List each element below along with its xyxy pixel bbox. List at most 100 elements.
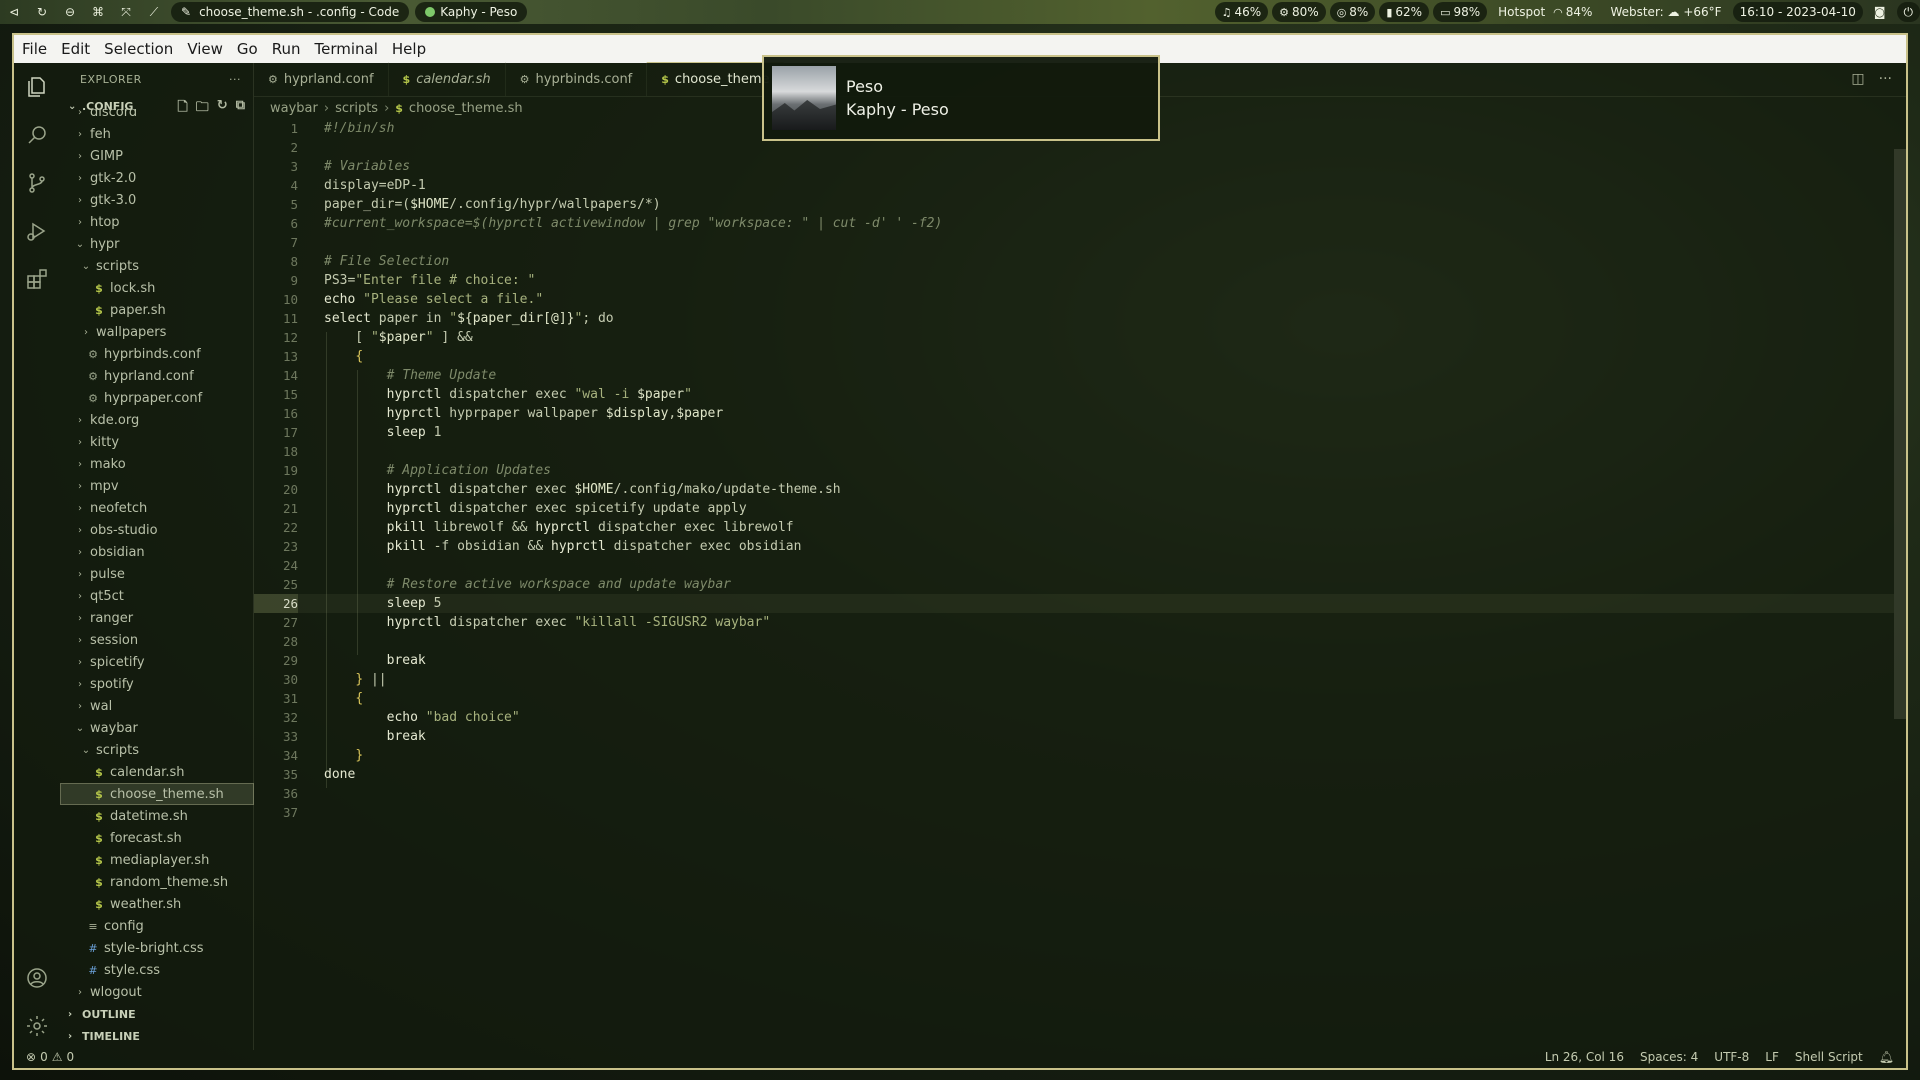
- tab-hyprbinds-conf[interactable]: ⚙ hyprbinds.conf: [506, 62, 648, 96]
- code-line[interactable]: 28: [254, 632, 1894, 651]
- workspace-2-icon[interactable]: ↻: [28, 2, 56, 22]
- folder-item[interactable]: › neofetch: [60, 497, 254, 519]
- file-item[interactable]: ⚙ hyprpaper.conf: [60, 387, 254, 409]
- breadcrumb-file[interactable]: choose_theme.sh: [409, 101, 523, 116]
- code-line[interactable]: 32 echo "bad choice": [254, 708, 1894, 727]
- network-module[interactable]: Hotspot ◠ 84%: [1491, 2, 1599, 22]
- code-line[interactable]: 17 sleep 1: [254, 423, 1894, 442]
- code-line[interactable]: 5 paper_dir=($HOME/.config/hypr/wallpaper…: [254, 195, 1894, 214]
- code-line[interactable]: 18: [254, 442, 1894, 461]
- file-item[interactable]: $ choose_theme.sh: [60, 783, 254, 805]
- code-line[interactable]: 16 hyprctl hyprpaper wallpaper $display,…: [254, 404, 1894, 423]
- tab-calendar-sh[interactable]: $ calendar.sh: [389, 62, 506, 96]
- folder-item[interactable]: › wlogout: [60, 981, 254, 1003]
- folder-item[interactable]: › kde.org: [60, 409, 254, 431]
- menu-go[interactable]: Go: [231, 40, 266, 58]
- extensions-icon[interactable]: [14, 255, 60, 303]
- file-item[interactable]: # style.css: [60, 959, 254, 981]
- explorer-icon[interactable]: [14, 63, 60, 111]
- folder-item[interactable]: › mpv: [60, 475, 254, 497]
- cursor-position[interactable]: Ln 26, Col 16: [1545, 1050, 1624, 1064]
- file-item[interactable]: $ lock.sh: [60, 277, 254, 299]
- file-item[interactable]: $ forecast.sh: [60, 827, 254, 849]
- power-icon[interactable]: ⏻: [1896, 2, 1920, 22]
- folder-item[interactable]: › spicetify: [60, 651, 254, 673]
- menu-help[interactable]: Help: [386, 40, 434, 58]
- file-item[interactable]: ≡ config: [60, 915, 254, 937]
- folder-item[interactable]: › kitty: [60, 431, 254, 453]
- problems-indicator[interactable]: ⊗ 0 ⚠ 0: [14, 1050, 74, 1064]
- battery-module[interactable]: ▭ 98%: [1433, 2, 1488, 22]
- code-line[interactable]: 19 # Application Updates: [254, 461, 1894, 480]
- encoding[interactable]: UTF-8: [1714, 1050, 1749, 1064]
- menu-file[interactable]: File: [16, 40, 55, 58]
- code-line[interactable]: 33 break: [254, 727, 1894, 746]
- menu-view[interactable]: View: [181, 40, 231, 58]
- folder-item[interactable]: › feh: [60, 123, 254, 145]
- code-line[interactable]: 24: [254, 556, 1894, 575]
- code-line[interactable]: 37: [254, 803, 1894, 822]
- disk-module[interactable]: ▮ 62%: [1379, 2, 1430, 22]
- file-item[interactable]: ⚙ hyprland.conf: [60, 365, 254, 387]
- folder-item[interactable]: › gtk-2.0: [60, 167, 254, 189]
- file-item[interactable]: $ datetime.sh: [60, 805, 254, 827]
- indentation[interactable]: Spaces: 4: [1640, 1050, 1698, 1064]
- code-line[interactable]: 20 hyprctl dispatcher exec $HOME/.config…: [254, 480, 1894, 499]
- more-actions-icon[interactable]: ···: [229, 73, 241, 86]
- code-line[interactable]: 29 break: [254, 651, 1894, 670]
- folder-item[interactable]: ⌄ waybar: [60, 717, 254, 739]
- source-control-icon[interactable]: [14, 159, 60, 207]
- code-line[interactable]: 26 sleep 5: [254, 594, 1894, 613]
- search-icon[interactable]: [14, 111, 60, 159]
- folder-item[interactable]: › session: [60, 629, 254, 651]
- code-line[interactable]: 35 done: [254, 765, 1894, 784]
- workspace-5-icon[interactable]: ⤧: [112, 2, 140, 22]
- outline-section[interactable]: › OUTLINE: [60, 1003, 254, 1025]
- folder-item[interactable]: › spotify: [60, 673, 254, 695]
- media-notification[interactable]: Peso Kaphy - Peso: [762, 55, 1160, 141]
- file-item[interactable]: $ weather.sh: [60, 893, 254, 915]
- language-mode[interactable]: Shell Script: [1795, 1050, 1863, 1064]
- tab-hyprland-conf[interactable]: ⚙ hyprland.conf: [254, 62, 389, 96]
- timeline-section[interactable]: › TIMELINE: [60, 1025, 254, 1047]
- file-item[interactable]: $ paper.sh: [60, 299, 254, 321]
- folder-item[interactable]: › wallpapers: [60, 321, 254, 343]
- code-line[interactable]: 36: [254, 784, 1894, 803]
- folder-item[interactable]: › ranger: [60, 607, 254, 629]
- weather-module[interactable]: Webster: ☁ +66°F: [1603, 2, 1728, 22]
- code-line[interactable]: 9 PS3="Enter file # choice: ": [254, 271, 1894, 290]
- code-line[interactable]: 7: [254, 233, 1894, 252]
- code-line[interactable]: 3 # Variables: [254, 157, 1894, 176]
- file-item[interactable]: $ calendar.sh: [60, 761, 254, 783]
- folder-item[interactable]: › qt5ct: [60, 585, 254, 607]
- code-line[interactable]: 8 # File Selection: [254, 252, 1894, 271]
- code-line[interactable]: 10 echo "Please select a file.": [254, 290, 1894, 309]
- folder-item[interactable]: › htop: [60, 211, 254, 233]
- breadcrumb-waybar[interactable]: waybar: [270, 101, 318, 116]
- menu-selection[interactable]: Selection: [98, 40, 181, 58]
- code-editor[interactable]: 1 #!/bin/sh 2 3 # Variables 4 display=eDP-1 5 pa…: [254, 119, 1894, 1019]
- memory-module[interactable]: ◎ 8%: [1329, 2, 1376, 22]
- editor-more-icon[interactable]: ···: [1879, 71, 1892, 87]
- code-line[interactable]: 6 #current_workspace=$(hyprctl activewind…: [254, 214, 1894, 233]
- cpu-module[interactable]: ⚙ 80%: [1272, 2, 1326, 22]
- folder-item[interactable]: › GIMP: [60, 145, 254, 167]
- workspace-4-icon[interactable]: ⌘: [84, 2, 112, 22]
- split-editor-icon[interactable]: ◫: [1851, 71, 1864, 87]
- bell-icon[interactable]: 🔔︎: [1879, 1050, 1894, 1064]
- editor-scrollbar[interactable]: [1894, 149, 1906, 719]
- end-of-line[interactable]: LF: [1765, 1050, 1779, 1064]
- folder-item[interactable]: › wal: [60, 695, 254, 717]
- breadcrumb-scripts[interactable]: scripts: [335, 101, 378, 116]
- workspace-1-icon[interactable]: ⊲: [0, 2, 28, 22]
- folder-item[interactable]: › pulse: [60, 563, 254, 585]
- file-item[interactable]: $ random_theme.sh: [60, 871, 254, 893]
- workspace-6-icon[interactable]: ⟋: [140, 2, 168, 22]
- file-item[interactable]: # style-bright.css: [60, 937, 254, 959]
- menu-run[interactable]: Run: [266, 40, 309, 58]
- code-line[interactable]: 15 hyprctl dispatcher exec "wal -i $pape…: [254, 385, 1894, 404]
- menu-edit[interactable]: Edit: [55, 40, 98, 58]
- code-line[interactable]: 11 select paper in "${paper_dir[@]}"; do: [254, 309, 1894, 328]
- menu-terminal[interactable]: Terminal: [309, 40, 386, 58]
- code-line[interactable]: 21 hyprctl dispatcher exec spicetify upd…: [254, 499, 1894, 518]
